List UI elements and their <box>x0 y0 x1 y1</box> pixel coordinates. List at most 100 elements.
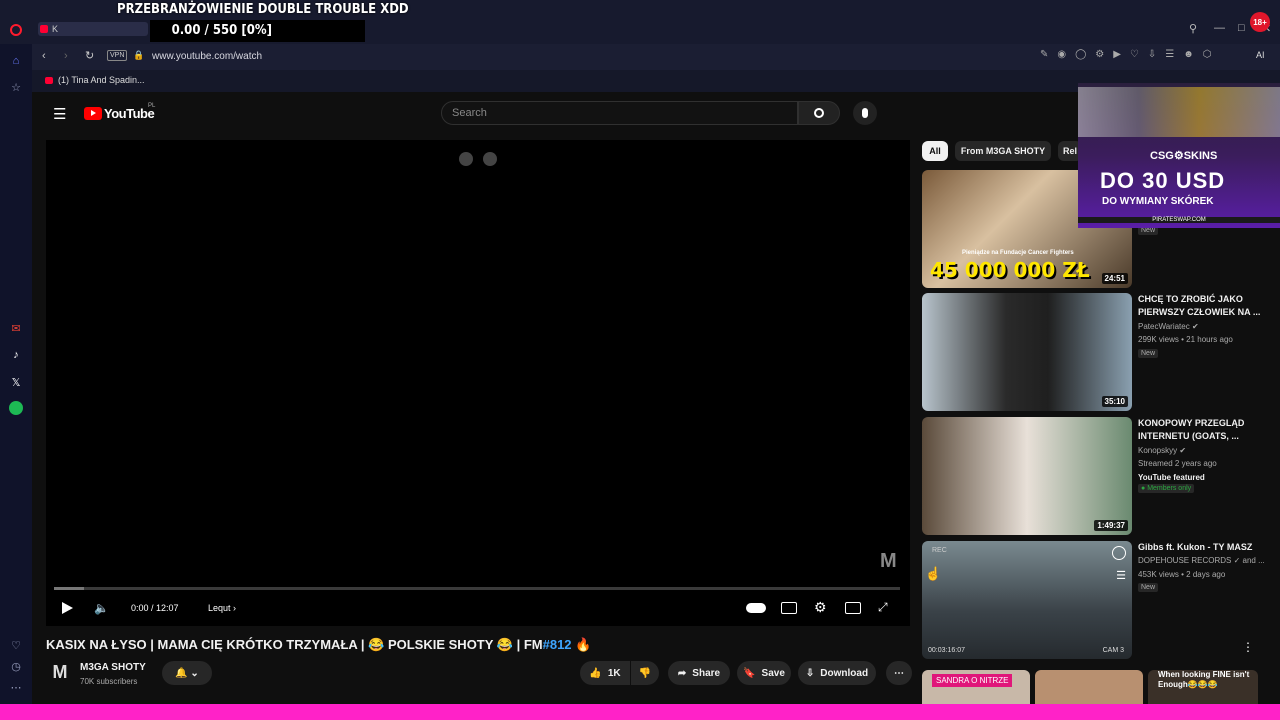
more-icon[interactable]: ⋯ <box>9 680 23 694</box>
video-title: KASIX NA ŁYSO | MAMA CIĘ KRÓTKO TRZYMAŁA… <box>46 637 592 652</box>
rec-more-menu-icon[interactable]: ⋮ <box>1242 640 1254 654</box>
ad-sub: DO WYMIANY SKÓREK <box>1102 196 1214 207</box>
theater-icon[interactable] <box>845 602 861 614</box>
ad-brand: CSG⚙SKINS <box>1150 150 1218 162</box>
rec-label: REC <box>932 547 947 554</box>
rec-meta: Streamed 2 years ago <box>1138 459 1217 468</box>
tab-label: K <box>52 24 59 34</box>
skip-ad-icon[interactable] <box>483 152 497 166</box>
rec-channel[interactable]: Konopskyy ✔ <box>1138 446 1186 455</box>
mouse-cursor: ☝ <box>925 566 942 581</box>
home-icon[interactable]: ⌂ <box>9 54 23 68</box>
thumb-headline: 45 000 000 ZŁ <box>930 258 1090 282</box>
forward-button[interactable]: › <box>64 50 68 62</box>
tab-favicon-icon <box>40 25 48 33</box>
short-thumbnail-2[interactable] <box>1035 670 1143 704</box>
menu-icon[interactable]: ☰ <box>53 105 66 123</box>
search-input[interactable]: Search <box>441 101 798 125</box>
timecode: 00:03:16:07 <box>928 647 965 654</box>
stream-goal-title: PRZEBRANŻOWIENIE DOUBLE TROUBLE XDD <box>117 2 409 17</box>
donation-progress-text: 0.00 / 550 [0%] <box>171 23 272 38</box>
region-label: PL <box>148 103 156 109</box>
aria-ai-button[interactable]: AI <box>1256 50 1265 60</box>
voice-search-button[interactable] <box>853 101 877 125</box>
short-thumbnail-1[interactable]: SANDRA O NITRZE <box>922 670 1030 704</box>
save-button[interactable]: 🔖 Save <box>737 661 791 685</box>
dislike-button[interactable]: 👎 <box>631 661 659 685</box>
share-button[interactable]: ➦ Share <box>668 661 730 685</box>
short-thumbnail-3[interactable]: When looking FINE isn't Enough😂😂😂 <box>1148 670 1258 704</box>
bookmark-favicon-icon <box>45 77 53 84</box>
chip-all[interactable]: All <box>922 141 948 161</box>
fullscreen-icon[interactable]: ⤢ <box>878 600 888 615</box>
watch-later-icon[interactable] <box>1112 546 1126 560</box>
video-player[interactable] <box>46 140 910 626</box>
back-button[interactable]: ‹ <box>42 50 46 62</box>
search-button[interactable] <box>798 101 840 125</box>
tiktok-icon[interactable]: ♪ <box>9 348 23 362</box>
vpn-badge[interactable]: VPN <box>107 50 128 61</box>
short-label: SANDRA O NITRZE <box>932 674 1013 687</box>
heart-icon[interactable]: ♡ <box>9 638 23 652</box>
spotify-icon[interactable] <box>9 401 23 415</box>
rec-duration: 1:49:37 <box>1094 520 1128 531</box>
thumb-caption: Pieniądze na Fundacje Cancer Fighters <box>962 250 1074 256</box>
rec-title[interactable]: Gibbs ft. Kukon - TY MASZ <box>1138 541 1263 554</box>
donation-goal: 0.00 / 550 [0%] <box>150 20 365 42</box>
rec-title[interactable]: CHCĘ TO ZROBIĆ JAKO PIERWSZY CZŁOWIEK NA… <box>1138 293 1263 319</box>
members-only-badge: ● Members only <box>1138 484 1195 493</box>
bookmark-item[interactable]: (1) Tina And Spadin... <box>58 75 145 85</box>
autoplay-toggle[interactable] <box>746 603 766 613</box>
time-display: 0:00 / 12:07 <box>131 603 179 613</box>
rec-duration: 24:51 <box>1101 273 1128 284</box>
captions-icon[interactable] <box>781 602 797 614</box>
rec-new-badge: New <box>1138 583 1159 592</box>
channel-avatar[interactable]: M <box>48 662 72 686</box>
search-icon[interactable]: ⚲ <box>1189 22 1197 35</box>
browser-sidebar: ⌂ ☆ ✉ ♪ 𝕏 ♡ ◷ ⋯ <box>0 44 32 704</box>
x-twitter-icon[interactable]: 𝕏 <box>9 375 23 389</box>
chapter-label[interactable]: Lequt › <box>208 603 236 613</box>
speed-dial-icon[interactable]: ☆ <box>9 80 23 94</box>
miniplayer-icon[interactable] <box>459 152 473 166</box>
like-button[interactable]: 👍 1K <box>580 661 630 685</box>
minimize-button[interactable]: — <box>1214 22 1225 34</box>
subscribe-bell-button[interactable]: 🔔 ⌄ <box>162 661 212 685</box>
channel-name[interactable]: M3GA SHOTY <box>80 662 146 673</box>
reload-button[interactable]: ↻ <box>85 49 94 62</box>
chip-from-channel[interactable]: From M3GA SHOTY <box>955 141 1051 161</box>
rec-thumbnail-3[interactable]: 1:49:37 <box>922 417 1132 535</box>
play-button[interactable] <box>62 602 73 614</box>
download-button[interactable]: ⇩ Download <box>798 661 876 685</box>
rec-channel[interactable]: PatecWariatec ✔ <box>1138 322 1199 331</box>
browser-tab[interactable]: K <box>38 22 148 36</box>
rec-duration: 35:10 <box>1101 396 1128 407</box>
channel-watermark[interactable]: M <box>880 550 897 573</box>
csgo-skins-ad[interactable]: CSG⚙SKINS DO 30 USD DO WYMIANY SKÓREK PI… <box>1078 83 1280 228</box>
subscriber-count: 70K subscribers <box>80 677 138 686</box>
short-label: When looking FINE isn't Enough😂😂😂 <box>1158 670 1250 689</box>
volume-icon[interactable]: 🔈 <box>94 601 109 615</box>
search-icon <box>814 108 824 118</box>
youtube-logo-text[interactable]: YouTube <box>104 106 155 121</box>
rec-thumbnail-2[interactable]: 35:10 <box>922 293 1132 411</box>
progress-bar[interactable] <box>54 587 900 590</box>
ad-site: PIRATESWAP.COM <box>1078 217 1280 223</box>
opera-logo-icon[interactable] <box>10 24 22 36</box>
add-to-queue-icon[interactable]: ☰ <box>1116 569 1126 582</box>
more-actions-button[interactable]: ⋯ <box>886 661 912 685</box>
cam-label: CAM 3 <box>1102 647 1124 654</box>
age-badge: 18+ <box>1250 12 1270 32</box>
skins-row <box>1078 87 1280 137</box>
history-icon[interactable]: ◷ <box>9 659 23 673</box>
gmail-icon[interactable]: ✉ <box>9 321 23 335</box>
youtube-logo-icon[interactable] <box>84 107 102 120</box>
lock-icon: 🔒 <box>133 50 145 60</box>
rec-thumbnail-4[interactable]: REC 00:03:16:07 CAM 3 ☰ <box>922 541 1132 659</box>
settings-icon[interactable]: ⚙ <box>814 599 827 616</box>
rec-channel[interactable]: DOPEHOUSE RECORDS ✓ and ... <box>1138 556 1265 565</box>
url-field[interactable]: www.youtube.com/watch <box>152 51 262 62</box>
rec-title[interactable]: KONOPOWY PRZEGLĄD INTERNETU (GOATS, ... <box>1138 417 1263 443</box>
maximize-button[interactable]: □ <box>1238 22 1245 34</box>
stream-bottom-bar <box>0 704 1280 720</box>
